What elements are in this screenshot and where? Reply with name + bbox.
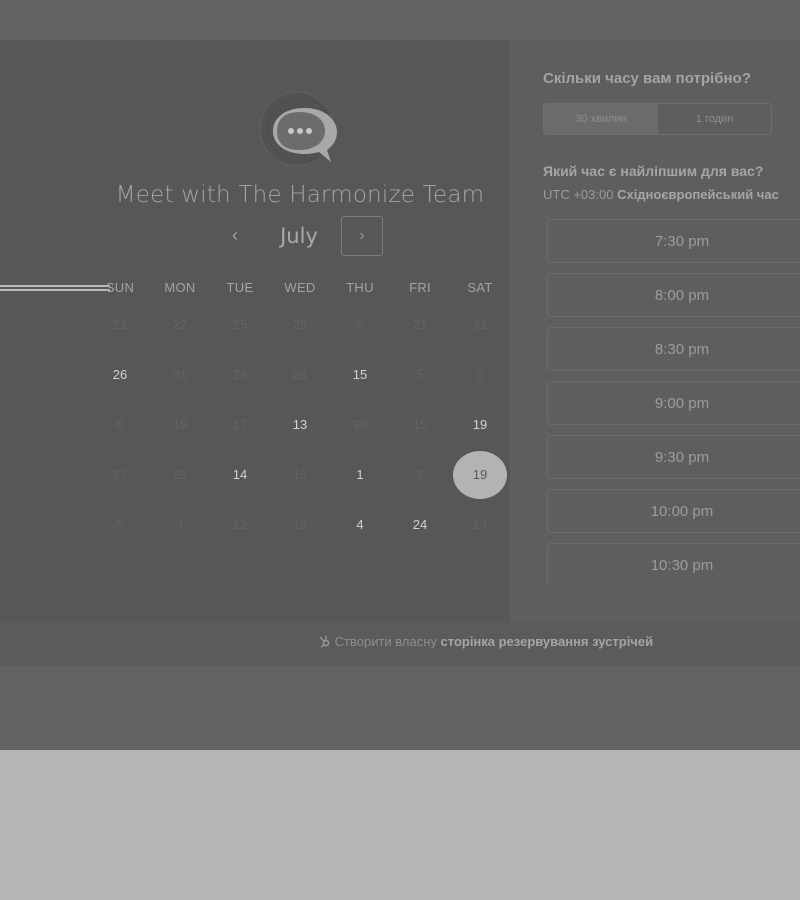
calendar-day: 4 (176, 517, 184, 532)
page-overlay: Meet with The Harmonize Team ‹ July › SU… (0, 0, 800, 750)
weekday-fri: FRI (409, 280, 431, 295)
time-slot-button[interactable]: 8:00 pm (547, 273, 800, 317)
time-slot-button[interactable]: 10:30 pm (547, 543, 800, 586)
weekday-thu: THU (346, 280, 374, 295)
calendar-day: 25 (232, 317, 248, 332)
selected-day-circle: 19 (453, 451, 507, 499)
calendar-day: 29 (232, 367, 248, 382)
next-month-button[interactable]: › (341, 216, 383, 256)
prev-month-button[interactable]: ‹ (222, 222, 248, 248)
calendar-day: 31 (172, 367, 188, 382)
calendar-day: 28 (292, 317, 308, 332)
calendar-day[interactable]: 19 (450, 410, 510, 440)
calendar-day: 21 (112, 317, 128, 332)
create-booking-page-link[interactable]: Створити власну сторінка резервування зу… (318, 634, 653, 649)
calendar-day: 6 (116, 417, 124, 432)
time-slot-button[interactable]: 9:00 pm (547, 381, 800, 425)
time-slot-button[interactable]: 10:00 pm (547, 489, 800, 533)
calendar-day: 31 (472, 317, 488, 332)
calendar-day: 12 (232, 517, 248, 532)
calendar-day[interactable]: 24 (390, 510, 450, 540)
time-slot-button[interactable]: 8:30 pm (547, 327, 800, 371)
booking-panel: Скільки часу вам потрібно? 30 хвилин 1 г… (510, 40, 800, 622)
calendar-day: 29 (172, 467, 188, 482)
weekday-sun: SUN (105, 280, 135, 295)
footer-bar: Створити власну сторінка резервування зу… (0, 622, 800, 666)
time-slot-button[interactable]: 7:30 pm (547, 219, 800, 263)
calendar-day: 2 (416, 467, 424, 482)
weekday-wed: WED (284, 280, 316, 295)
calendar-day: 27 (112, 467, 128, 482)
calendar-day: 13 (292, 467, 308, 482)
meetings-widget: Meet with The Harmonize Team ‹ July › SU… (0, 40, 800, 622)
calendar-day[interactable]: 13 (270, 410, 330, 440)
calendar-day: 15 (412, 417, 428, 432)
create-link-prefix: Створити власну (334, 634, 437, 649)
time-slot-button[interactable]: 9:30 pm (547, 435, 800, 479)
time-slot-list: 7:30 pm 8:00 pm 8:30 pm 9:00 pm 9:30 pm 10:00… (510, 40, 800, 586)
calendar-panel: Meet with The Harmonize Team ‹ July › SU… (0, 40, 510, 622)
calendar-day: 5 (416, 367, 424, 382)
selected-day[interactable]: 19 (450, 451, 510, 499)
hubspot-sprocket-icon (319, 636, 330, 648)
calendar-day[interactable]: 26 (90, 360, 150, 390)
weekday-tue: TUE (226, 280, 254, 295)
calendar-day: 26 (292, 367, 308, 382)
calendar-day: 30 (352, 417, 368, 432)
month-label: July (280, 224, 318, 248)
create-link-bold: сторінка резервування зустрічей (440, 634, 654, 649)
calendar-day[interactable]: 14 (210, 460, 270, 490)
bottom-backdrop (0, 750, 800, 900)
weekday-mon: MON (164, 280, 196, 295)
calendar-day[interactable]: 4 (330, 510, 390, 540)
calendar-day: 14 (472, 517, 488, 532)
calendar-day: 22 (172, 317, 188, 332)
calendar-day: 8 (476, 367, 484, 382)
calendar-day: 21 (412, 317, 428, 332)
calendar-day[interactable]: 15 (330, 360, 390, 390)
calendar-day: 18 (292, 517, 308, 532)
calendar-day: 19 (172, 417, 188, 432)
calendar-day: 5 (116, 517, 124, 532)
calendar-day: 6 (356, 317, 364, 332)
calendar-day: 17 (232, 417, 248, 432)
chat-bubble-logo-icon (259, 91, 337, 167)
calendar-day[interactable]: 1 (330, 460, 390, 490)
weekday-sat: SAT (467, 280, 493, 295)
